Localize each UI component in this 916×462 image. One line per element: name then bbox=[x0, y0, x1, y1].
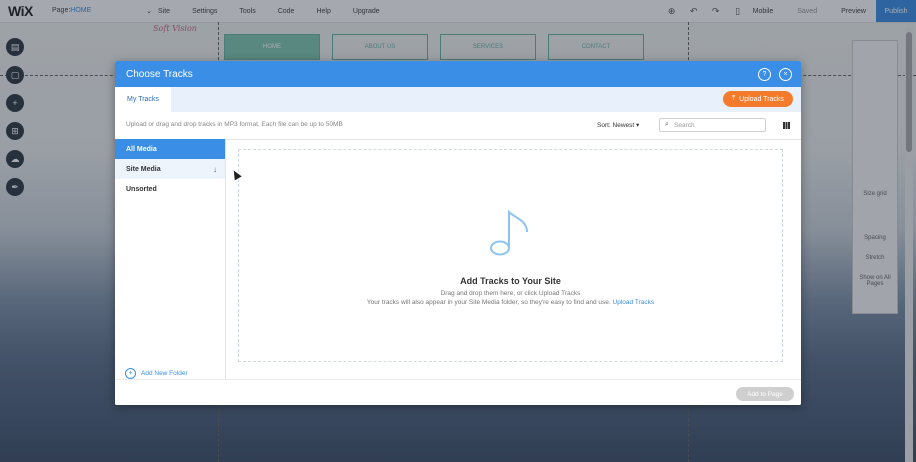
folder-all-media[interactable]: All Media bbox=[115, 139, 225, 159]
choose-tracks-dialog: Choose Tracks ? × My Tracks ⤒ Upload Tra… bbox=[115, 61, 801, 405]
add-to-page-button[interactable]: Add to Page bbox=[736, 387, 794, 401]
arrow-down-icon: ↓ bbox=[213, 164, 217, 174]
dialog-header: Choose Tracks ? × bbox=[115, 61, 801, 87]
dialog-toolbar: Upload or drag and drop tracks in MP3 fo… bbox=[115, 112, 801, 140]
help-icon[interactable]: ? bbox=[758, 68, 771, 81]
search-placeholder: Search bbox=[674, 121, 695, 129]
upload-hint: Upload or drag and drop tracks in MP3 fo… bbox=[126, 121, 343, 128]
drop-note: Your tracks will also appear in your Sit… bbox=[239, 299, 782, 306]
folder-label: Site Media bbox=[126, 165, 161, 173]
upload-tracks-label: Upload Tracks bbox=[739, 95, 784, 103]
drop-instructions: Drag and drop them here, or click Upload… bbox=[440, 290, 581, 297]
upload-icon: ⤒ bbox=[732, 95, 736, 102]
folder-sidebar: All Media Site Media ↓ Unsorted + Add Ne… bbox=[115, 139, 226, 379]
dialog-footer: Add to Page bbox=[115, 379, 801, 405]
sort-dropdown[interactable]: Sort: Newest ▾ bbox=[597, 121, 639, 129]
search-icon: ⌕ bbox=[665, 121, 669, 128]
tab-my-tracks[interactable]: My Tracks bbox=[115, 87, 171, 112]
dialog-title: Choose Tracks bbox=[126, 68, 193, 80]
plus-icon: + bbox=[125, 368, 136, 379]
upload-tracks-button[interactable]: ⤒ Upload Tracks bbox=[723, 91, 793, 107]
folder-unsorted[interactable]: Unsorted bbox=[115, 179, 225, 199]
dialog-tabs: My Tracks ⤒ Upload Tracks bbox=[115, 87, 801, 112]
drop-zone[interactable]: Add Tracks to Your Site Drag and drop th… bbox=[238, 149, 783, 362]
folder-label: All Media bbox=[126, 145, 157, 153]
search-input[interactable]: ⌕ Search bbox=[659, 118, 766, 132]
add-folder-label: Add New Folder bbox=[141, 370, 188, 377]
close-icon[interactable]: × bbox=[779, 68, 792, 81]
add-folder-button[interactable]: + Add New Folder bbox=[125, 368, 188, 379]
chevron-down-icon: ▾ bbox=[636, 122, 640, 129]
folder-label: Unsorted bbox=[126, 185, 157, 193]
grid-view-icon[interactable] bbox=[783, 122, 790, 129]
drop-note-text: Your tracks will also appear in your Sit… bbox=[366, 299, 611, 306]
sort-label: Sort: Newest bbox=[597, 122, 635, 129]
music-note-icon bbox=[490, 209, 528, 256]
upload-tracks-link[interactable]: Upload Tracks bbox=[613, 299, 655, 306]
folder-site-media[interactable]: Site Media ↓ bbox=[115, 159, 225, 179]
drop-title: Add Tracks to Your Site bbox=[460, 276, 561, 286]
